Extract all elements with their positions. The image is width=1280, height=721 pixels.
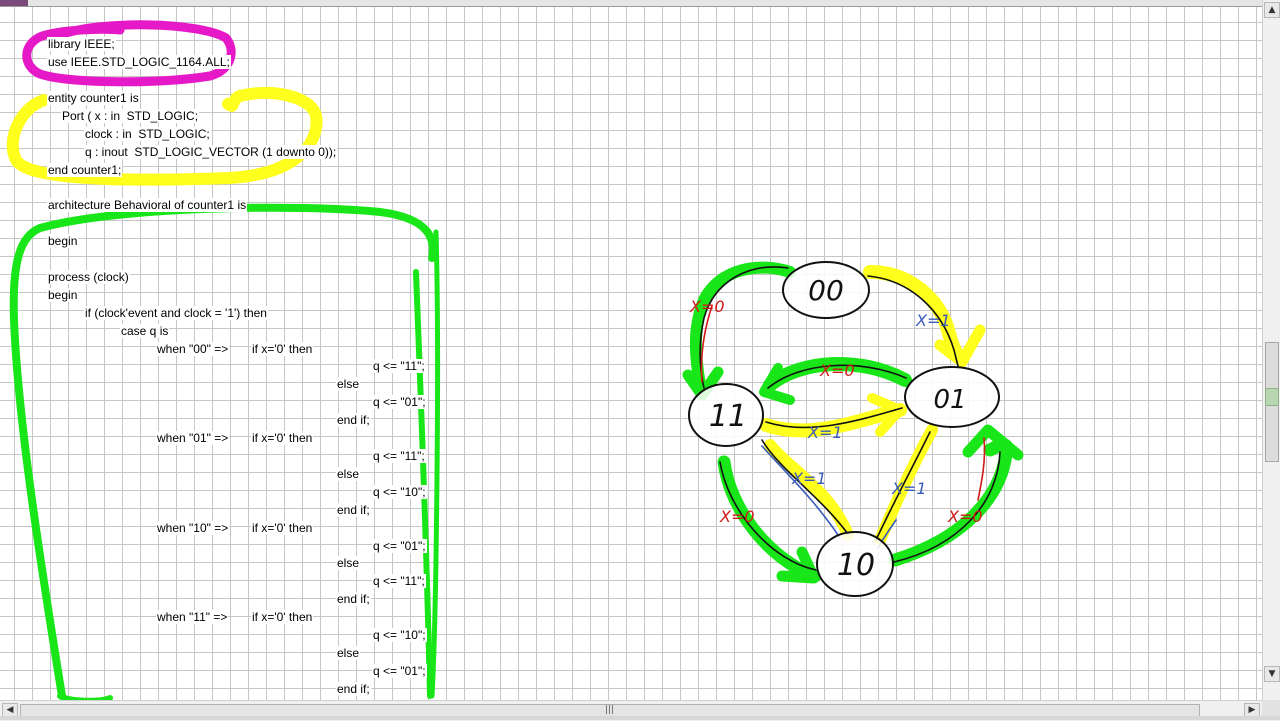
green-highlight-bracket: [429, 229, 440, 699]
scroll-down-icon[interactable]: ▼: [1264, 666, 1280, 682]
spreadsheet-grid[interactable]: library IEEE; use IEEE.STD_LOGIC_1164.AL…: [0, 0, 1262, 700]
status-strip: [0, 716, 1280, 720]
vertical-scrollbar[interactable]: ▲ ▼: [1262, 0, 1280, 700]
grip-icon: |||: [605, 705, 615, 715]
green-bracket-layer: [57, 229, 440, 700]
scroll-up-icon[interactable]: ▲: [1264, 2, 1280, 18]
split-handle[interactable]: [1265, 388, 1279, 406]
